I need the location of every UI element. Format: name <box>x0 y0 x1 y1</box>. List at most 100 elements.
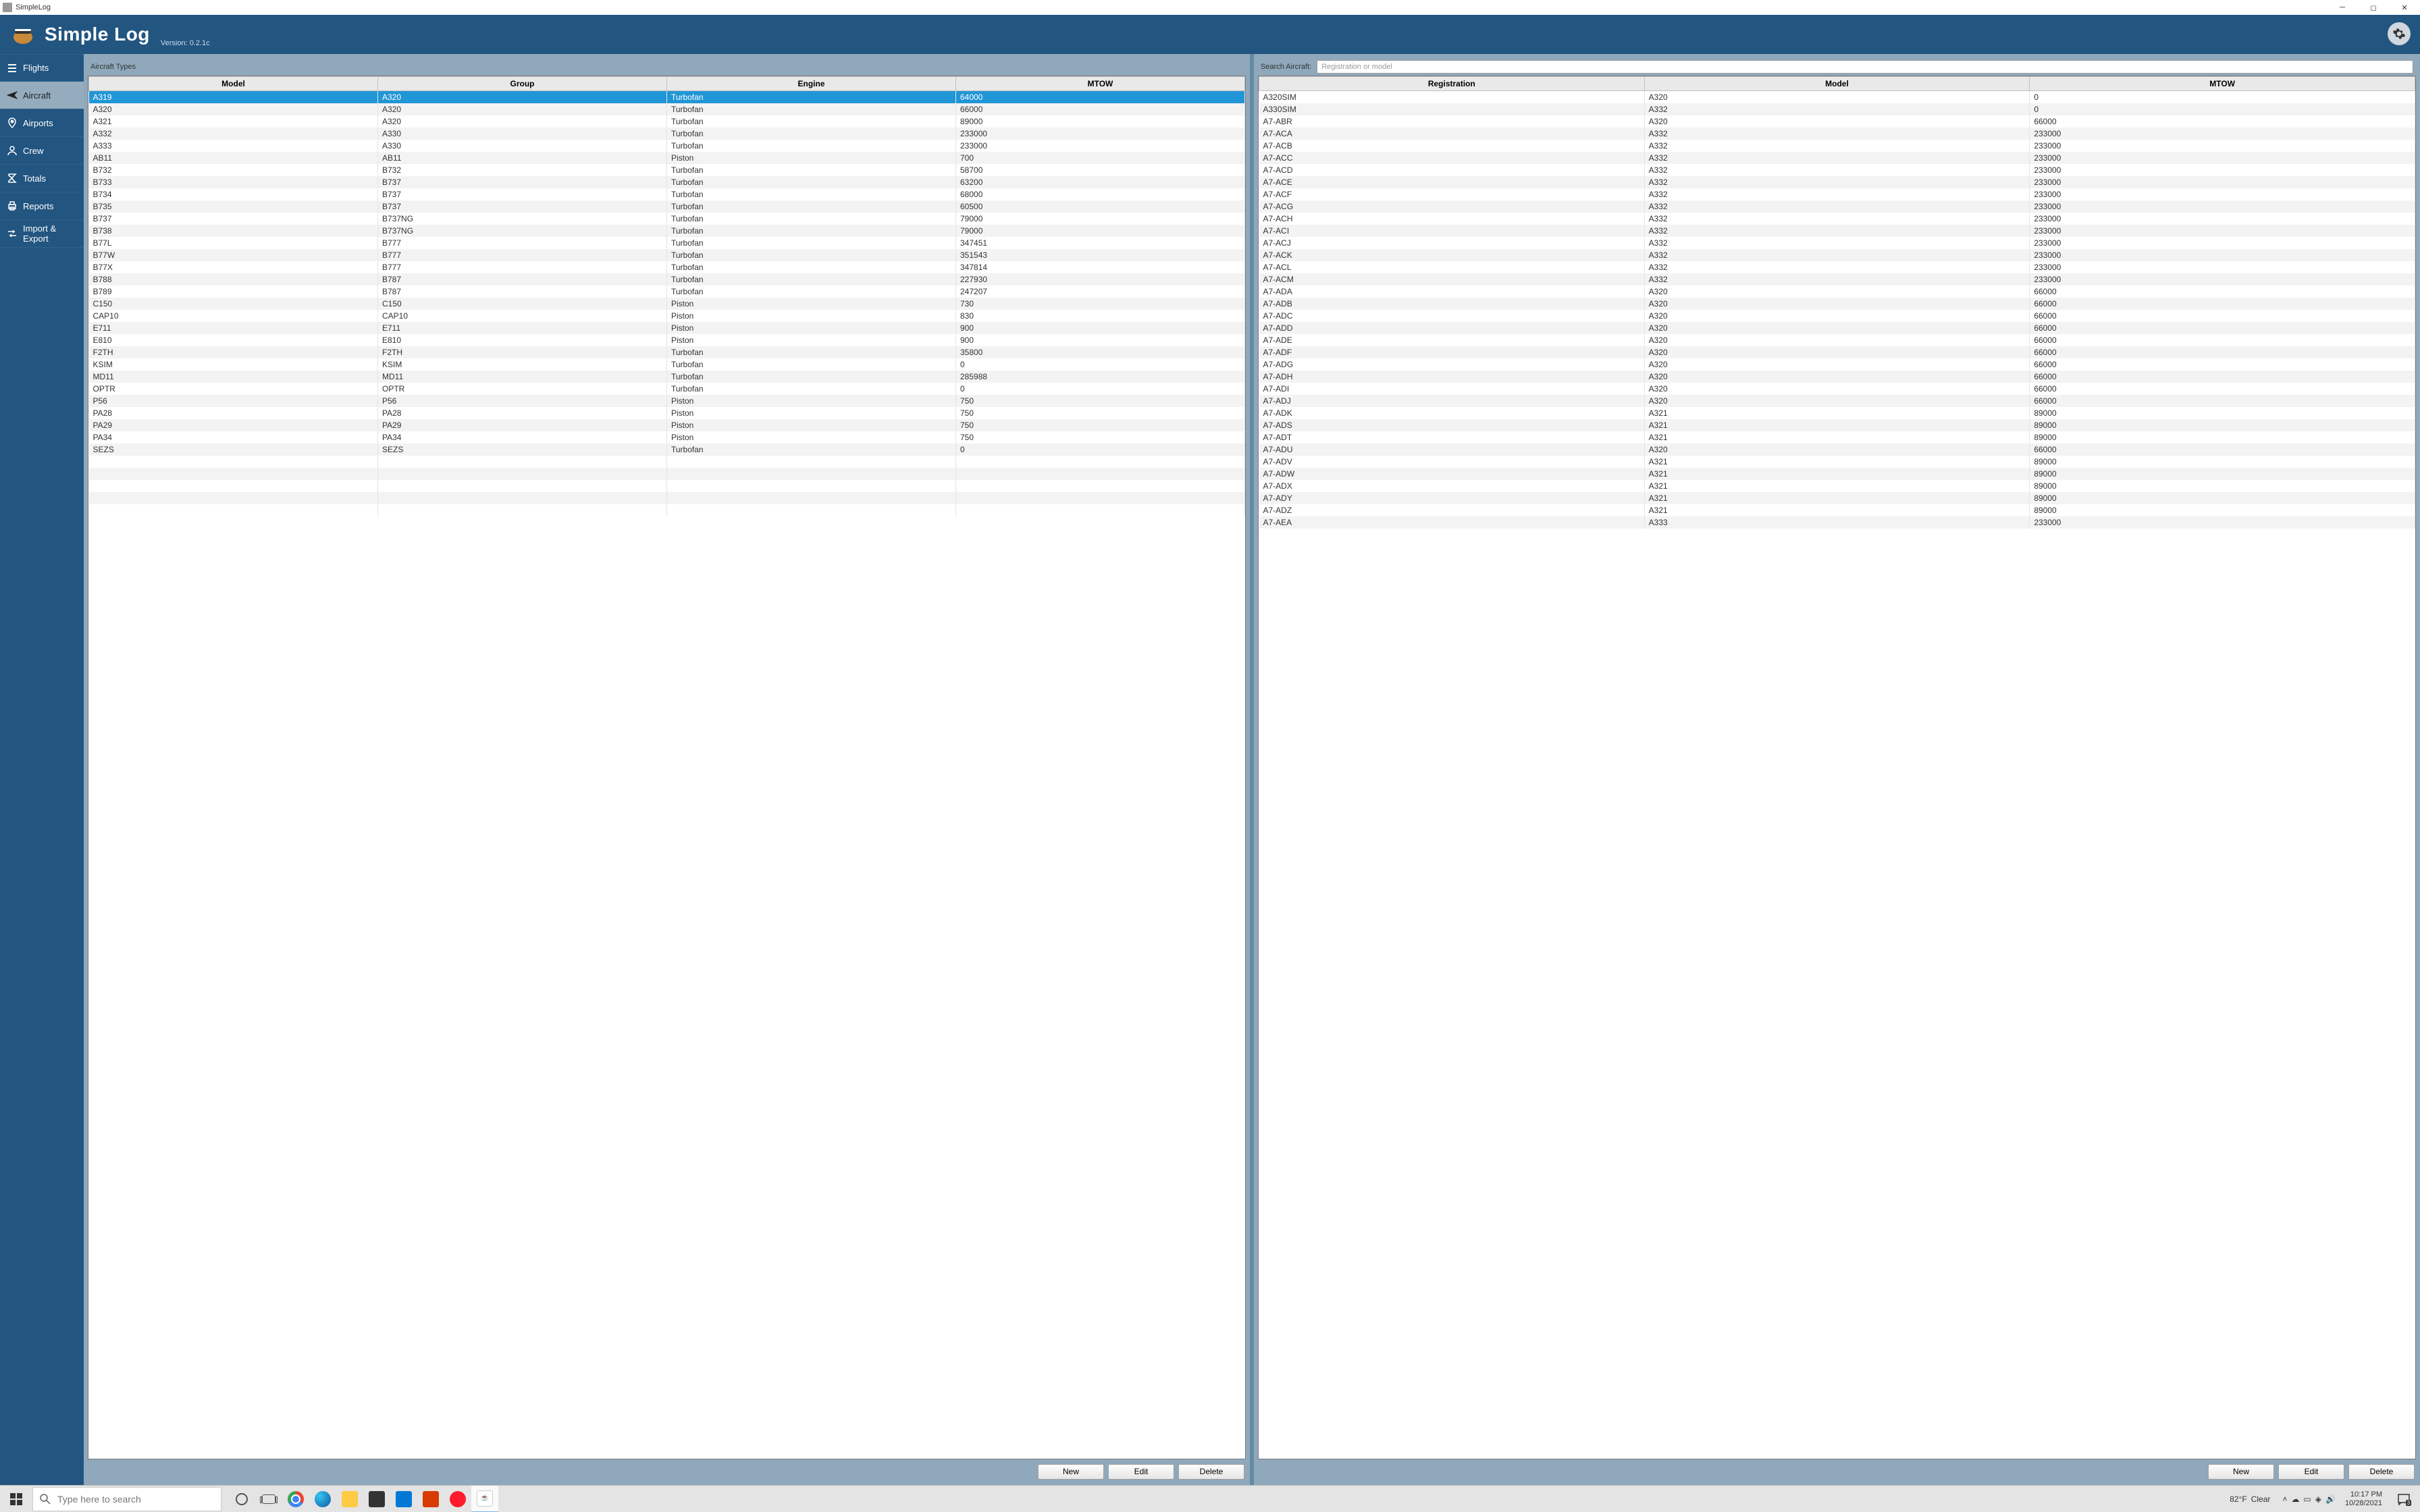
taskbar-clock[interactable]: 10:17 PM 10/28/2021 <box>2345 1490 2382 1508</box>
table-row[interactable]: A7-ADCA32066000 <box>1259 310 2415 322</box>
table-row[interactable]: A7-ACJA332233000 <box>1259 237 2415 249</box>
table-row[interactable]: A7-ADBA32066000 <box>1259 298 2415 310</box>
wifi-icon[interactable]: ◈ <box>2315 1494 2321 1504</box>
table-row[interactable]: A7-ADWA32189000 <box>1259 468 2415 480</box>
table-row[interactable]: A7-ADXA32189000 <box>1259 480 2415 492</box>
minimize-button[interactable]: ─ <box>2327 0 2358 15</box>
table-row[interactable]: A7-ADHA32066000 <box>1259 371 2415 383</box>
table-row[interactable]: A7-ADIA32066000 <box>1259 383 2415 395</box>
table-row[interactable]: B733B737Turbofan63200 <box>89 176 1245 188</box>
new-button[interactable]: New <box>1038 1464 1104 1480</box>
table-row[interactable]: F2THF2THTurbofan35800 <box>89 346 1245 358</box>
table-row[interactable]: A7-ACKA332233000 <box>1259 249 2415 261</box>
table-row[interactable]: A319A320Turbofan64000 <box>89 91 1245 104</box>
table-row[interactable]: A7-ACLA332233000 <box>1259 261 2415 273</box>
sidebar-item-aircraft[interactable]: Aircraft <box>0 82 84 109</box>
table-row[interactable]: PA29PA29Piston750 <box>89 419 1245 431</box>
chevron-up-icon[interactable]: ˄ <box>2282 1494 2287 1504</box>
weather-widget[interactable]: 82°F Clear <box>2215 1494 2270 1505</box>
search-input[interactable] <box>1317 60 2413 74</box>
table-row[interactable]: A7-ADUA32066000 <box>1259 443 2415 456</box>
table-row[interactable]: SEZSSEZSTurbofan0 <box>89 443 1245 456</box>
table-row[interactable]: B734B737Turbofan68000 <box>89 188 1245 200</box>
sidebar-item-flights[interactable]: Flights <box>0 54 84 82</box>
volume-icon[interactable]: 🔊 <box>2325 1494 2336 1504</box>
table-row[interactable]: A333A330Turbofan233000 <box>89 140 1245 152</box>
table-row[interactable]: A7-ADYA32189000 <box>1259 492 2415 504</box>
battery-icon[interactable]: ▭ <box>2303 1494 2311 1504</box>
chrome-icon[interactable] <box>282 1486 309 1512</box>
table-row[interactable]: A7-ADEA32066000 <box>1259 334 2415 346</box>
table-row[interactable]: A321A320Turbofan89000 <box>89 115 1245 128</box>
file-explorer-icon[interactable] <box>336 1486 363 1512</box>
table-row[interactable]: A320SIMA3200 <box>1259 91 2415 104</box>
mail-icon[interactable] <box>390 1486 417 1512</box>
table-row[interactable]: B737B737NGTurbofan79000 <box>89 213 1245 225</box>
table-row[interactable]: A320A320Turbofan66000 <box>89 103 1245 115</box>
aircraft-types-scroll[interactable]: Model Group Engine MTOW A319A320Turbofan… <box>88 76 1245 1459</box>
table-row[interactable]: A7-ADTA32189000 <box>1259 431 2415 443</box>
table-row[interactable]: PA34PA34Piston750 <box>89 431 1245 443</box>
table-row[interactable]: A7-ACBA332233000 <box>1259 140 2415 152</box>
col-group[interactable]: Group <box>378 77 667 91</box>
table-row[interactable]: A7-ACHA332233000 <box>1259 213 2415 225</box>
sidebar-item-import-export[interactable]: Import & Export <box>0 220 84 248</box>
tray-icons[interactable]: ˄ ☁ ▭ ◈ 🔊 <box>2282 1494 2336 1504</box>
col-mtow[interactable]: MTOW <box>2030 77 2415 91</box>
sidebar-item-crew[interactable]: Crew <box>0 137 84 165</box>
edit-button[interactable]: Edit <box>2278 1464 2344 1480</box>
table-row[interactable]: A7-ADKA32189000 <box>1259 407 2415 419</box>
table-row[interactable]: A7-ABRA32066000 <box>1259 115 2415 128</box>
delete-button[interactable]: Delete <box>2348 1464 2415 1480</box>
table-row[interactable]: A7-ACDA332233000 <box>1259 164 2415 176</box>
table-row[interactable]: C150C150Piston730 <box>89 298 1245 310</box>
col-model[interactable]: Model <box>89 77 378 91</box>
start-button[interactable] <box>0 1486 32 1512</box>
table-row[interactable]: A7-ACEA332233000 <box>1259 176 2415 188</box>
aircraft-list-scroll[interactable]: Registration Model MTOW A320SIMA3200A330… <box>1259 76 2415 1459</box>
table-row[interactable]: A7-ACAA332233000 <box>1259 128 2415 140</box>
table-row[interactable]: B77WB777Turbofan351543 <box>89 249 1245 261</box>
edit-button[interactable]: Edit <box>1108 1464 1174 1480</box>
table-row[interactable]: B738B737NGTurbofan79000 <box>89 225 1245 237</box>
sidebar-item-reports[interactable]: Reports <box>0 192 84 220</box>
table-row[interactable]: KSIMKSIMTurbofan0 <box>89 358 1245 371</box>
col-model[interactable]: Model <box>1644 77 2030 91</box>
table-row[interactable]: E810E810Piston900 <box>89 334 1245 346</box>
col-mtow[interactable]: MTOW <box>956 77 1245 91</box>
task-view-icon[interactable] <box>255 1486 282 1512</box>
edge-icon[interactable] <box>309 1486 336 1512</box>
close-button[interactable]: ✕ <box>2389 0 2420 15</box>
sidebar-item-totals[interactable]: Totals <box>0 165 84 192</box>
table-row[interactable]: A7-ADFA32066000 <box>1259 346 2415 358</box>
table-row[interactable]: A7-AEAA333233000 <box>1259 516 2415 529</box>
opera-icon[interactable] <box>444 1486 471 1512</box>
table-row[interactable]: A7-ADAA32066000 <box>1259 286 2415 298</box>
table-row[interactable]: E711E711Piston900 <box>89 322 1245 334</box>
table-row[interactable]: A7-ADZA32189000 <box>1259 504 2415 516</box>
table-row[interactable]: B732B732Turbofan58700 <box>89 164 1245 176</box>
delete-button[interactable]: Delete <box>1178 1464 1244 1480</box>
table-row[interactable]: B789B787Turbofan247207 <box>89 286 1245 298</box>
table-row[interactable]: PA28PA28Piston750 <box>89 407 1245 419</box>
taskbar-search[interactable]: Type here to search <box>32 1487 221 1511</box>
table-row[interactable]: CAP10CAP10Piston830 <box>89 310 1245 322</box>
table-row[interactable]: A7-ADJA32066000 <box>1259 395 2415 407</box>
table-row[interactable]: A7-ADDA32066000 <box>1259 322 2415 334</box>
maximize-button[interactable]: ◻ <box>2358 0 2389 15</box>
table-row[interactable]: A332A330Turbofan233000 <box>89 128 1245 140</box>
sidebar-item-airports[interactable]: Airports <box>0 109 84 137</box>
table-row[interactable]: P56P56Piston750 <box>89 395 1245 407</box>
table-row[interactable]: A7-ADSA32189000 <box>1259 419 2415 431</box>
col-registration[interactable]: Registration <box>1259 77 1645 91</box>
office-icon[interactable] <box>417 1486 444 1512</box>
table-row[interactable]: A7-ACFA332233000 <box>1259 188 2415 200</box>
col-engine[interactable]: Engine <box>667 77 956 91</box>
table-row[interactable]: A7-ADGA32066000 <box>1259 358 2415 371</box>
table-row[interactable]: A330SIMA3320 <box>1259 103 2415 115</box>
table-row[interactable]: OPTROPTRTurbofan0 <box>89 383 1245 395</box>
onedrive-icon[interactable]: ☁ <box>2291 1494 2299 1504</box>
table-row[interactable]: B735B737Turbofan60500 <box>89 200 1245 213</box>
table-row[interactable]: A7-ACCA332233000 <box>1259 152 2415 164</box>
table-row[interactable]: B77XB777Turbofan347814 <box>89 261 1245 273</box>
